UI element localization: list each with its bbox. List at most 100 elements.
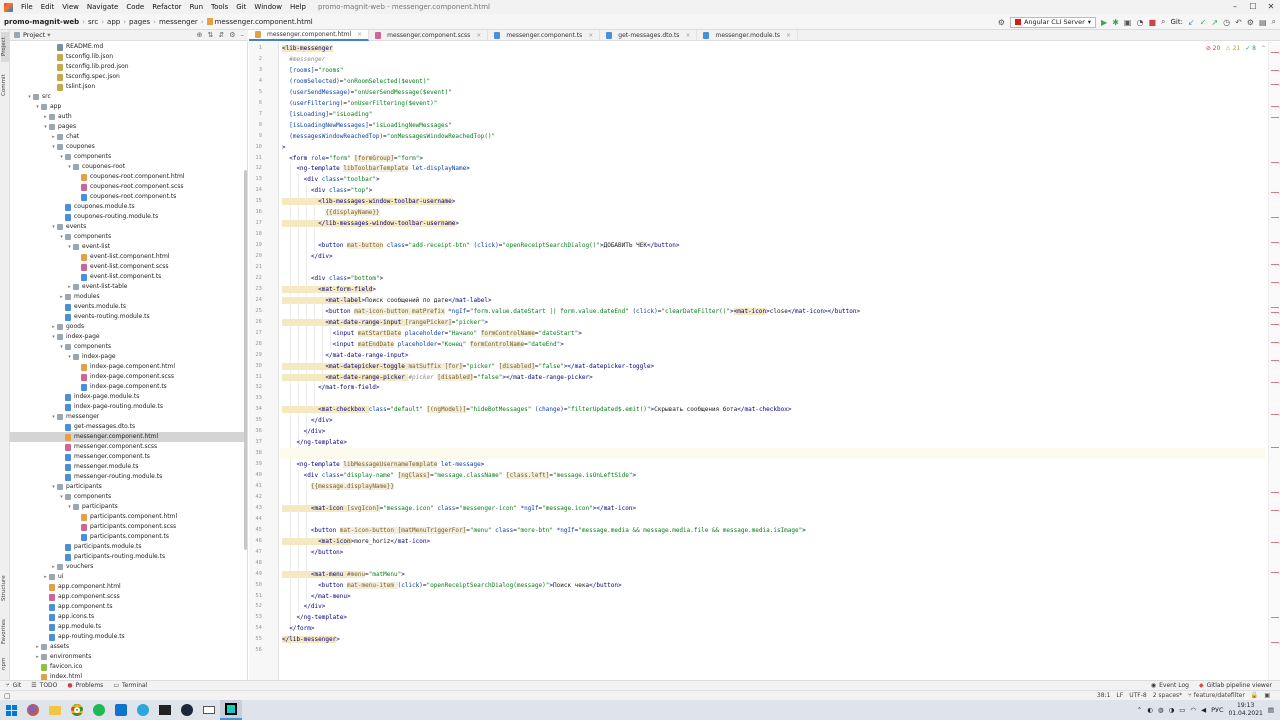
history-icon[interactable]: ◷ [1223,18,1230,27]
terminal-icon[interactable] [154,700,176,720]
project-structure-icon[interactable]: ▤ [1259,18,1267,27]
code-line[interactable]: #messenger [282,54,325,65]
terminal-tool-button[interactable]: ▭ Terminal [113,682,147,689]
tree-item[interactable]: ▾ coupones [10,142,247,152]
code-line[interactable]: <lib-messenger [282,43,333,54]
tree-item[interactable]: app.component.scss [10,592,247,602]
code-line[interactable]: <lib-messages-window-toolbar-username> [282,196,455,207]
chevron-down-icon[interactable]: ▾ [47,31,50,39]
tree-item[interactable]: README.md [10,42,247,52]
chevron-down-icon[interactable]: ▾ [58,152,65,162]
tree-item[interactable]: index-page.module.ts [10,392,247,402]
clock[interactable]: 19:13 01.04.2021 [1228,702,1262,718]
code-line[interactable]: [isLoading]="isLoading" [282,109,372,120]
git-tool-button[interactable]: ⑂ Git [6,682,21,689]
error-marker[interactable] [1271,307,1279,308]
debug-icon[interactable]: ✱ [1112,18,1119,27]
error-marker[interactable] [1271,264,1279,265]
error-marker[interactable] [1271,52,1279,53]
code-line[interactable]: </div> [282,251,333,262]
windows-start-icon[interactable] [0,700,22,720]
close-tab-icon[interactable]: × [476,32,481,39]
editor-tab[interactable]: messenger.component.ts × [488,30,601,41]
tree-item[interactable]: event-list.component.ts [10,272,247,282]
tree-item[interactable]: ▾ participants [10,502,247,512]
commit-tool-tab[interactable]: Commit [1,70,9,100]
breadcrumb-item[interactable]: messenger.component.html [206,18,313,26]
tree-item[interactable]: ▾ components [10,232,247,242]
code-line[interactable]: <ng-template libToolbarTemplate let-disp… [282,163,470,174]
tree-item[interactable]: ▸ environments [10,652,247,662]
tree-item[interactable]: ▾ app [10,102,247,112]
code-line[interactable]: <ng-template libMessageUsernameTemplate … [282,459,484,470]
chevron-right-icon[interactable]: ▸ [50,562,57,572]
tree-item[interactable]: ▸ event-list-table [10,282,247,292]
git-update-icon[interactable]: ↙ [1188,18,1195,27]
coverage-icon[interactable]: ▣ [1124,18,1132,27]
git-commit-icon[interactable]: ✓ [1200,18,1207,27]
code-line[interactable]: <mat-icon>more_horiz</mat-icon> [282,536,430,547]
error-marker[interactable] [1271,192,1279,193]
code-line[interactable]: (userFiltering)="onUserFiltering($event)… [282,98,437,109]
code-line[interactable]: </lib-messages-window-toolbar-username> [282,218,459,229]
settings-icon[interactable]: ⚙ [1247,18,1254,27]
chevron-down-icon[interactable]: ▾ [58,492,65,502]
tree-item[interactable]: coupones.module.ts [10,202,247,212]
editor-tab[interactable]: messenger.component.scss × [369,30,489,41]
menu-tools[interactable]: Tools [207,3,232,11]
error-marker[interactable] [1271,324,1279,325]
error-marker[interactable] [1271,217,1279,218]
code-line[interactable]: <form role="form" [formGroup]="form"> [282,153,423,164]
breadcrumb-item[interactable]: messenger [159,18,198,26]
chevron-down-icon[interactable]: ▾ [58,342,65,352]
tree-item[interactable]: index-page.component.scss [10,372,247,382]
menu-code[interactable]: Code [122,3,148,11]
tree-item[interactable]: ▾ components [10,342,247,352]
search-everywhere-icon[interactable]: ⌕ [1161,17,1165,27]
chevron-right-icon[interactable]: ▸ [42,572,49,582]
tree-item[interactable]: coupones-root.component.html [10,172,247,182]
favorites-tool-tab[interactable]: Favorites [1,614,9,650]
code-line[interactable]: </mat-form-field> [282,382,379,393]
tree-item[interactable]: ▾ index-page [10,332,247,342]
error-marker[interactable] [1271,106,1279,107]
code-line[interactable]: <input matEndDate placeholder="Конец" fo… [282,339,564,350]
close-tab-icon[interactable]: × [357,31,362,38]
code-line[interactable]: </div> [282,426,326,437]
chevron-down-icon[interactable]: ▾ [34,102,41,112]
code-line[interactable]: <mat-icon [svgIcon]="message.icon" class… [282,503,636,514]
git-push-icon[interactable]: ↗ [1211,18,1218,27]
code-line[interactable]: (userSendMessage)="onUserSendMessage($ev… [282,87,452,98]
expand-all-icon[interactable]: ⇅ [207,30,213,41]
code-line[interactable]: </lib-messenger> [282,634,340,645]
close-tab-icon[interactable]: × [588,32,593,39]
search-icon[interactable]: ⌕ [1272,17,1276,27]
mail-icon[interactable] [198,700,220,720]
code-line[interactable]: <div class="bottom"> [282,273,383,284]
inspection-widget[interactable]: ⊘ 20 ⚠ 21 ✓ 8 ⌃ [1206,45,1266,52]
hide-icon[interactable]: – [241,30,245,41]
error-marker[interactable] [1271,242,1279,243]
webstorm-icon[interactable] [220,700,242,720]
code-line[interactable]: <div class="display-name" [ngClass]="mes… [282,470,636,481]
event-log-button[interactable]: ◉ Event Log [1151,682,1189,689]
code-line[interactable]: <button mat-icon-button matPrefix *ngIf=… [282,306,860,317]
tree-item[interactable]: app.icons.ts [10,612,247,622]
tree-item[interactable]: participants.component.html [10,512,247,522]
chevron-right-icon[interactable]: ▸ [66,282,73,292]
rollback-icon[interactable]: ↶ [1235,18,1242,27]
file-explorer-icon[interactable] [44,700,66,720]
code-line[interactable]: <mat-menu #menu="matMenu"> [282,569,405,580]
chevron-down-icon[interactable]: ▾ [50,482,57,492]
tree-item[interactable]: index-page.component.html [10,362,247,372]
tree-item[interactable]: ▸ goods [10,322,247,332]
code-line[interactable]: <button mat-menu-item (click)="openRecei… [282,580,622,591]
error-marker[interactable] [1271,492,1279,493]
chevron-right-icon[interactable]: ▸ [50,132,57,142]
chrome-icon[interactable] [66,700,88,720]
menu-help[interactable]: Help [286,3,310,11]
error-marker[interactable] [1271,617,1279,618]
tree-item[interactable]: ▾ src [10,92,247,102]
tree-item[interactable]: ▾ participants [10,482,247,492]
chevron-right-icon[interactable]: ▸ [58,292,65,302]
